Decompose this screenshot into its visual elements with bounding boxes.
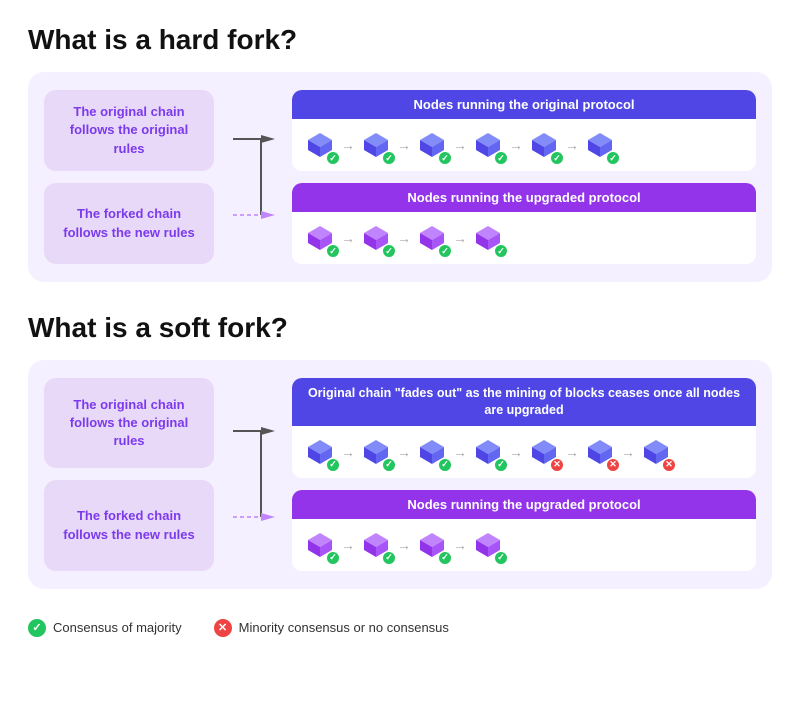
soft-fork-connector [228,378,278,571]
block-badge-2: ✓ [438,151,452,165]
legend-red-badge: ✕ [214,619,232,637]
block-0: ✓ [304,436,336,468]
page-container: What is a hard fork? The original chain … [28,24,772,637]
chain-arrow-0: → [341,444,355,460]
block-badge-5: ✕ [606,458,620,472]
block-badge-0: ✓ [326,551,340,565]
soft-fork-chain2-body: ✓→ ✓→ ✓→ ✓ [292,519,756,571]
hard-fork-connector [228,90,278,264]
legend-consensus-label: Consensus of majority [53,620,182,635]
chain-arrow-4: → [565,137,579,153]
chain-arrow-1: → [397,537,411,553]
soft-fork-section: What is a soft fork? The original chain … [28,312,772,589]
hard-fork-section: What is a hard fork? The original chain … [28,24,772,282]
soft-fork-chains: Original chain "fades out" as the mining… [292,378,756,571]
hard-fork-chain2-header: Nodes running the upgraded protocol [292,183,756,212]
block-badge-1: ✓ [382,151,396,165]
soft-fork-chain2-header: Nodes running the upgraded protocol [292,490,756,519]
block-badge-2: ✓ [438,551,452,565]
block-6: ✕ [640,436,672,468]
chain-arrow-1: → [397,230,411,246]
chain-arrow-5: → [621,444,635,460]
block-badge-2: ✓ [438,458,452,472]
block-5: ✕ [584,436,616,468]
block-badge-1: ✓ [382,458,396,472]
chain-arrow-1: → [397,137,411,153]
block-badge-1: ✓ [382,551,396,565]
block-badge-3: ✓ [494,551,508,565]
block-1: ✓ [360,436,392,468]
block-badge-3: ✓ [494,244,508,258]
block-badge-3: ✓ [494,151,508,165]
block-badge-2: ✓ [438,244,452,258]
block-badge-6: ✕ [662,458,676,472]
block-1: ✓ [360,222,392,254]
block-badge-0: ✓ [326,244,340,258]
hard-fork-chain2: Nodes running the upgraded protocol ✓→ ✓… [292,183,756,264]
hard-fork-chain1: Nodes running the original protocol ✓→ ✓… [292,90,756,171]
soft-fork-label2: The forked chain follows the new rules [44,480,214,570]
block-2: ✓ [416,436,448,468]
block-1: ✓ [360,129,392,161]
legend-minority-label: Minority consensus or no consensus [239,620,449,635]
legend-item-consensus: ✓ Consensus of majority [28,619,182,637]
block-badge-4: ✓ [550,151,564,165]
block-3: ✓ [472,436,504,468]
block-0: ✓ [304,222,336,254]
hard-fork-label1: The original chain follows the original … [44,90,214,171]
soft-fork-chain1-body: ✓→ ✓→ ✓→ ✓→ ✕→ ✕→ ✕ [292,426,756,478]
chain-arrow-2: → [453,444,467,460]
hard-fork-chain1-header: Nodes running the original protocol [292,90,756,119]
block-badge-4: ✕ [550,458,564,472]
block-badge-5: ✓ [606,151,620,165]
block-4: ✕ [528,436,560,468]
chain-arrow-0: → [341,137,355,153]
legend: ✓ Consensus of majority ✕ Minority conse… [28,619,772,637]
chain-arrow-3: → [509,137,523,153]
chain-arrow-4: → [565,444,579,460]
hard-fork-diagram: The original chain follows the original … [28,72,772,282]
block-badge-3: ✓ [494,458,508,472]
block-0: ✓ [304,129,336,161]
block-3: ✓ [472,222,504,254]
block-4: ✓ [528,129,560,161]
chain-arrow-2: → [453,137,467,153]
hard-fork-chain1-body: ✓→ ✓→ ✓→ ✓→ ✓→ ✓ [292,119,756,171]
soft-fork-chain1-header: Original chain "fades out" as the mining… [292,378,756,426]
block-3: ✓ [472,529,504,561]
hard-fork-title: What is a hard fork? [28,24,772,56]
block-3: ✓ [472,129,504,161]
soft-fork-label1: The original chain follows the original … [44,378,214,468]
chain-arrow-2: → [453,230,467,246]
hard-fork-label2: The forked chain follows the new rules [44,183,214,264]
soft-fork-chain1: Original chain "fades out" as the mining… [292,378,756,478]
block-5: ✓ [584,129,616,161]
block-2: ✓ [416,222,448,254]
block-badge-0: ✓ [326,151,340,165]
hard-fork-chain2-body: ✓→ ✓→ ✓→ ✓ [292,212,756,264]
chain-arrow-3: → [509,444,523,460]
chain-arrow-2: → [453,537,467,553]
hard-fork-labels: The original chain follows the original … [44,90,214,264]
chain-arrow-0: → [341,537,355,553]
block-badge-0: ✓ [326,458,340,472]
chain-arrow-0: → [341,230,355,246]
soft-fork-title: What is a soft fork? [28,312,772,344]
chain-arrow-1: → [397,444,411,460]
soft-fork-diagram: The original chain follows the original … [28,360,772,589]
hard-fork-chains: Nodes running the original protocol ✓→ ✓… [292,90,756,264]
block-badge-1: ✓ [382,244,396,258]
soft-fork-labels: The original chain follows the original … [44,378,214,571]
soft-fork-chain2: Nodes running the upgraded protocol ✓→ ✓… [292,490,756,571]
block-1: ✓ [360,529,392,561]
block-0: ✓ [304,529,336,561]
legend-green-badge: ✓ [28,619,46,637]
block-2: ✓ [416,529,448,561]
legend-item-minority: ✕ Minority consensus or no consensus [214,619,449,637]
block-2: ✓ [416,129,448,161]
